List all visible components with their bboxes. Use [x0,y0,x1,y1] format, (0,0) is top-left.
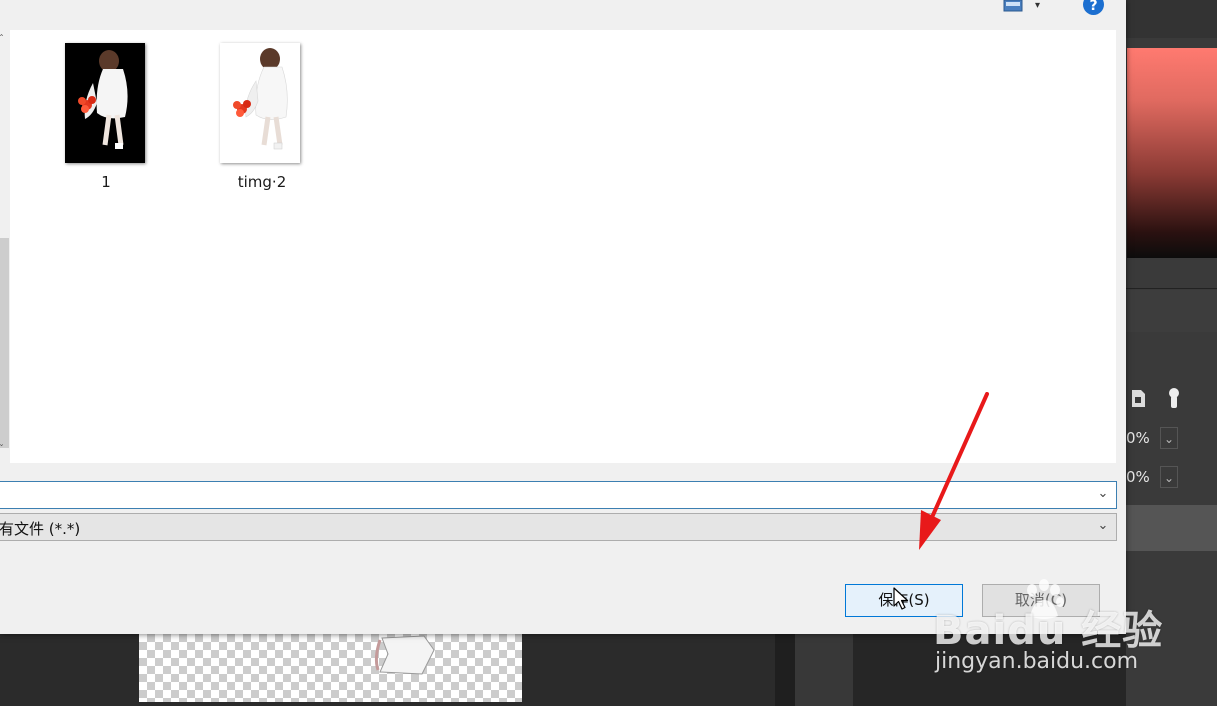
panel-divider [775,634,795,706]
new-document-icon [1132,390,1145,407]
opacity-value: 0% [1126,429,1150,447]
mouse-cursor-icon [893,587,909,610]
view-menu-caret-icon[interactable]: ▾ [1035,0,1040,12]
navigation-pane-scrollbar[interactable] [0,30,9,462]
layer-row-selected[interactable] [1126,505,1217,551]
side-toolbar [795,634,853,706]
chevron-down-icon[interactable]: ⌄ [1160,427,1178,449]
chevron-down-icon[interactable]: ⌄ [1160,466,1178,488]
chevron-down-icon[interactable]: ⌄ [1096,518,1110,536]
change-view-icon[interactable] [1003,0,1023,12]
panel-icon-row [1132,388,1179,408]
opacity-field[interactable]: 0% ⌄ [1126,427,1178,449]
file-item-1[interactable]: 1 [51,30,161,200]
file-item-timg-2[interactable]: timg·2 [207,30,317,200]
file-thumbnail [220,43,300,163]
fill-field[interactable]: 0% ⌄ [1126,466,1178,488]
help-icon[interactable]: ? [1083,0,1104,15]
canvas-artwork [374,635,435,675]
file-name-label: timg·2 [237,173,287,191]
chevron-down-icon[interactable]: ⌄ [1096,486,1110,504]
scroll-down-icon[interactable]: ˇ [0,444,4,455]
panel-header [1126,0,1217,38]
lock-toggle-icon [1169,388,1179,408]
panel-tab-strip [1126,290,1217,332]
watermark-logo-text: Baidu 经验 [933,608,1164,654]
annotation-arrow [919,392,989,550]
scroll-up-icon[interactable]: ˆ [0,34,4,45]
color-picker-field[interactable] [1127,48,1217,258]
watermark-url-text: jingyan.baidu.com [935,649,1139,674]
transparent-canvas[interactable] [139,634,522,702]
fill-value: 0% [1126,468,1150,486]
file-thumbnail [65,43,145,163]
panel-separator [1126,288,1217,289]
file-name-label: 1 [101,173,111,191]
scrollbar-thumb[interactable] [0,238,9,448]
dialog-toolbar: ▾ ? [0,0,1126,16]
file-type-value: 有文件 (*.*) [0,520,81,538]
